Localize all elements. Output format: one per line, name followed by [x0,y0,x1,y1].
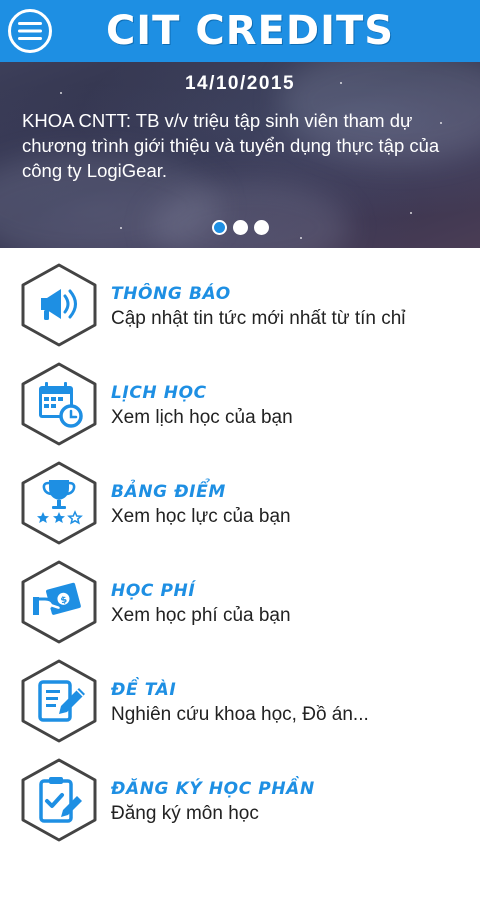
menu-item-hoc-phi[interactable]: $ HỌC PHÍ Xem học phí của bạn [0,545,480,644]
menu-item-subtitle: Xem học phí của bạn [111,605,291,626]
banner-date: 14/10/2015 [184,73,296,94]
menu-item-title: BẢNG ĐIỂM [111,482,226,502]
menu-item-title: LỊCH HỌC [111,383,207,403]
menu-item-title: THÔNG BÁO [111,284,231,304]
document-pen-icon [19,658,99,744]
megaphone-icon [19,262,99,348]
menu-item-de-tai[interactable]: ĐỀ TÀI Nghiên cứu khoa học, Đồ án... [0,644,480,743]
slide-dot-2[interactable] [232,220,248,235]
slide-dot-3[interactable] [253,220,269,235]
banner-text: KHOA CNTT: TB v/v triệu tập sinh viên th… [22,110,440,181]
menu-item-subtitle: Xem lịch học của bạn [111,407,293,428]
trophy-stars-icon [19,460,99,546]
menu-item-thong-bao[interactable]: THÔNG BÁO Cập nhật tin tức mới nhất từ t… [0,248,480,347]
slide-indicator [0,220,480,235]
menu-item-dang-ky-hoc-phan[interactable]: ĐĂNG KÝ HỌC PHẦN Đăng ký môn học [0,743,480,842]
menu-item-bang-diem[interactable]: BẢNG ĐIỂM Xem học lực của bạn [0,446,480,545]
menu-item-subtitle: Đăng ký môn học [111,803,259,824]
slide-dot-1[interactable] [211,220,227,235]
menu-item-subtitle: Cập nhật tin tức mới nhất từ tín chỉ [111,308,406,329]
menu-item-title: HỌC PHÍ [111,581,196,601]
menu-item-subtitle: Xem học lực của bạn [111,506,291,527]
menu-item-title: ĐĂNG KÝ HỌC PHẦN [111,779,315,799]
hamburger-menu-icon[interactable] [8,9,52,53]
menu-item-lich-hoc[interactable]: LỊCH HỌC Xem lịch học của bạn [0,347,480,446]
menu-item-subtitle: Nghiên cứu khoa học, Đồ án... [111,704,369,725]
clipboard-check-icon [19,757,99,843]
money-hand-icon: $ [19,559,99,645]
app-title: CIT CREDITS [105,8,395,54]
news-banner[interactable]: 14/10/2015 KHOA CNTT: TB v/v triệu tập s… [0,62,480,248]
calendar-clock-icon [19,361,99,447]
menu-item-title: ĐỀ TÀI [111,680,177,700]
main-menu: THÔNG BÁO Cập nhật tin tức mới nhất từ t… [0,248,480,842]
app-header: CIT CREDITS [0,0,480,62]
